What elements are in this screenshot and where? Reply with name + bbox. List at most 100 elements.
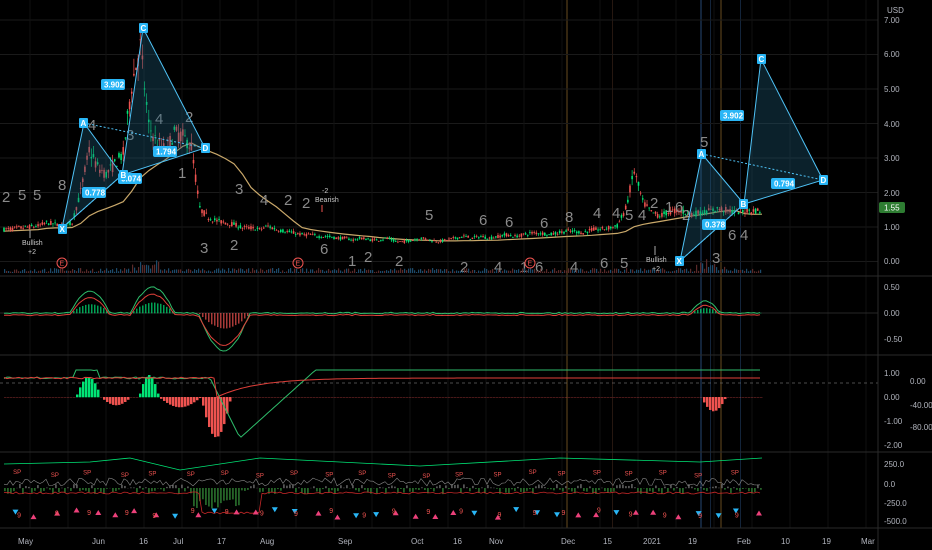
volume-bar: [82, 271, 84, 273]
td-setup-label: SP: [187, 472, 195, 478]
candle-body: [126, 110, 129, 114]
time-tick: Aug: [260, 537, 274, 546]
td-nine-label: 9: [87, 510, 91, 517]
macd-hist-bar: [166, 397, 169, 403]
time-tick: 2021: [643, 537, 661, 546]
td-hist-bar: [610, 488, 612, 493]
candle-body: [471, 237, 474, 240]
volume-bar: [252, 268, 254, 273]
volume-bar: [618, 268, 620, 273]
td-hist-bar: [250, 486, 252, 489]
td-hist-bar: [412, 488, 414, 493]
candle-body: [514, 235, 516, 236]
macd-hist-bar: [91, 378, 94, 398]
td-hist-bar: [31, 488, 33, 493]
volume-bar: [334, 269, 336, 273]
td-hist-bar: [688, 484, 690, 489]
volume-bar: [78, 268, 80, 273]
volume-bar: [148, 265, 150, 273]
volume-bar: [22, 269, 24, 273]
td-hist-bar: [529, 488, 531, 490]
td-nine-label: 9: [362, 512, 366, 519]
volume-bar: [504, 269, 506, 273]
candle-body: [533, 232, 535, 233]
td-hist-bar: [706, 488, 708, 492]
volume-bar: [180, 269, 182, 273]
volume-bar: [464, 268, 466, 273]
td-hist-bar: [667, 488, 669, 493]
volume-bar: [568, 268, 570, 273]
candle-body: [314, 234, 316, 235]
volume-bar: [170, 271, 172, 273]
td-hist-bar: [181, 484, 183, 489]
price-tick: 5.00: [884, 85, 900, 94]
candle-body: [575, 231, 578, 234]
volume-bar: [454, 271, 456, 273]
td-hist-bar: [649, 488, 651, 492]
osc-hist-bar: [166, 306, 168, 314]
candle-body: [346, 237, 348, 239]
td-hist-bar: [634, 487, 636, 489]
volume-bar: [558, 270, 560, 273]
candle-body: [629, 185, 631, 193]
volume-bar: [332, 270, 334, 273]
volume-bar: [662, 268, 664, 273]
volume-bar: [608, 270, 610, 273]
td-setup-label: SP: [625, 471, 633, 477]
td-hist-bar: [154, 488, 156, 491]
td-hist-bar: [271, 488, 273, 493]
td-hist-bar: [4, 488, 6, 492]
volume-bar: [684, 269, 686, 273]
volume-bar: [302, 268, 304, 273]
volume-bar: [316, 270, 318, 273]
td-hist-bar: [283, 484, 285, 489]
volume-bar: [264, 271, 266, 273]
candle-body: [194, 174, 197, 182]
candle-body: [318, 236, 320, 238]
td-line: [3, 477, 761, 487]
volume-bar: [478, 270, 480, 273]
td-hist-bar: [19, 484, 21, 489]
chart-canvas[interactable]: 2 5 58434123 234 2 261 2 252646166 48 46455 42 1 625…: [0, 0, 932, 550]
td-hist-bar: [67, 487, 69, 489]
td-setup-label: SP: [557, 471, 565, 477]
volume-bar: [38, 270, 40, 273]
candle-body: [26, 226, 29, 228]
highlight-band: [710, 0, 711, 528]
candle-body: [371, 238, 374, 242]
candle-body: [612, 226, 614, 228]
volume-bar: [104, 270, 106, 273]
volume-bar: [176, 269, 178, 273]
count-digit: 5: [625, 207, 633, 224]
volume-bar: [72, 269, 74, 273]
volume-bar: [460, 270, 462, 273]
candle-body: [328, 235, 331, 237]
td-setup-marker: [755, 510, 762, 516]
volume-bar: [306, 268, 308, 273]
td-hist-bar: [709, 487, 711, 489]
ratio-text: 1.794: [156, 148, 177, 157]
candle-body: [405, 240, 408, 242]
td-hist-bar: [298, 487, 300, 489]
td-hist-bar: [355, 488, 357, 491]
candle-body: [516, 235, 518, 238]
td-hist-bar: [697, 488, 699, 492]
osc-hist-bar: [91, 304, 93, 314]
volume-bar: [428, 268, 430, 273]
volume-bar: [214, 270, 216, 273]
volume-bar: [240, 268, 242, 273]
candle-body: [437, 242, 440, 244]
candle-body: [501, 235, 504, 237]
volume-bar: [736, 269, 738, 273]
count-digit: 5: [33, 187, 41, 204]
candle-body: [750, 212, 753, 214]
volume-bar: [710, 265, 712, 273]
td-hist-bar: [205, 488, 207, 505]
candle-body: [122, 147, 125, 155]
volume-bar: [354, 268, 356, 273]
volume-bar: [702, 263, 704, 273]
td-hist-bar: [88, 488, 90, 493]
volume-bar: [704, 268, 706, 273]
volume-bar: [672, 271, 674, 273]
volume-bar: [488, 270, 490, 273]
